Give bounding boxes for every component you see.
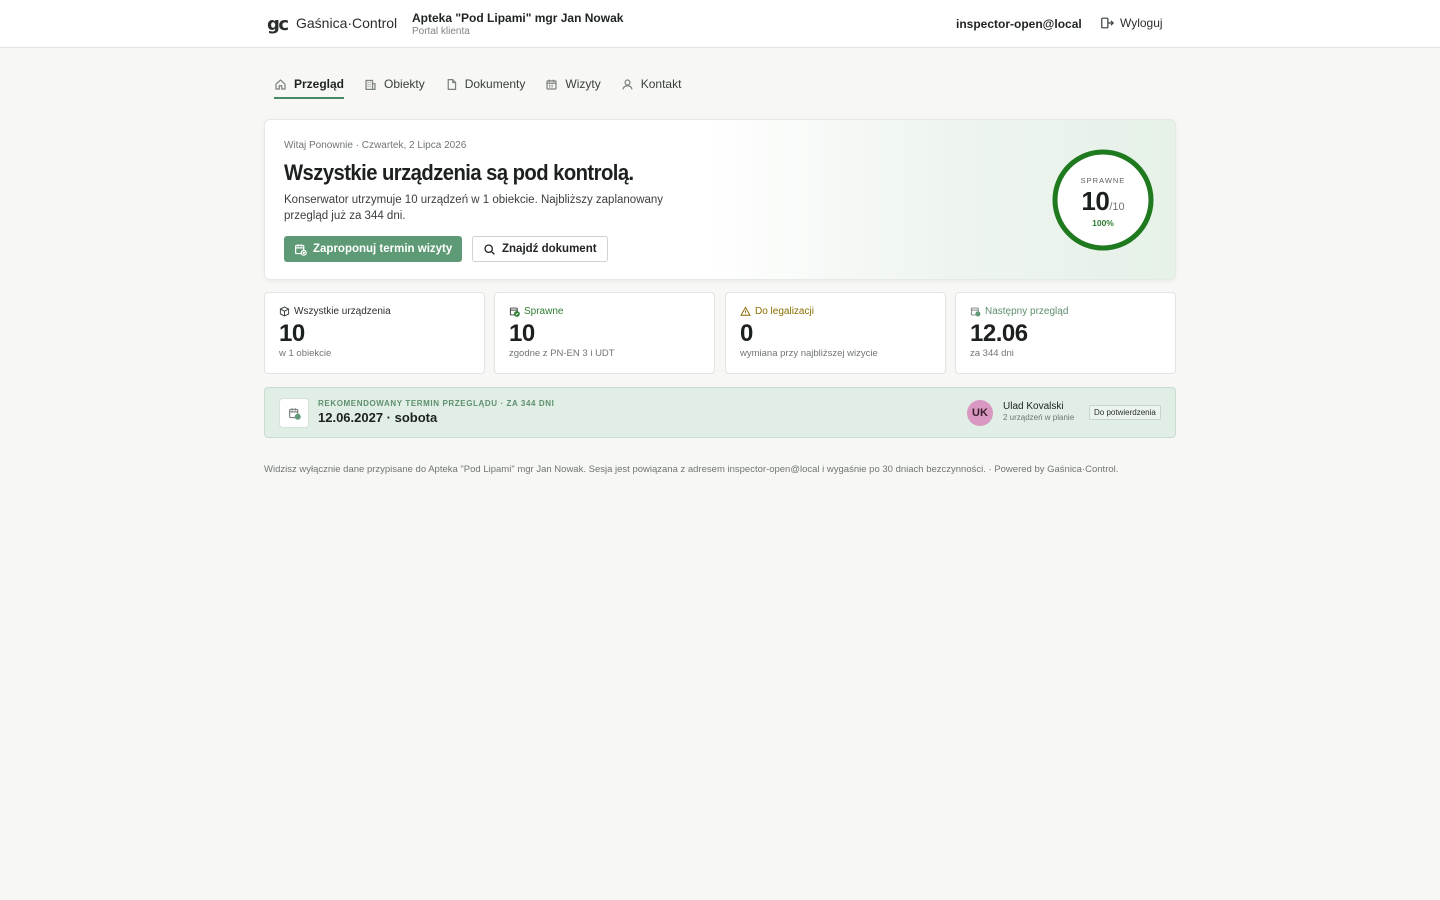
logout-icon <box>1101 17 1114 29</box>
calendar-check-icon <box>288 407 301 420</box>
tab-contact[interactable]: Kontakt <box>611 70 692 98</box>
client-name: Apteka "Pod Lipami" mgr Jan Nowak <box>412 11 624 25</box>
check-calendar-icon <box>509 307 520 317</box>
stat-note: w 1 obiekcie <box>279 348 332 359</box>
stat-label: Sprawne <box>509 306 563 317</box>
search-icon <box>484 243 495 255</box>
logout-label: Wyloguj <box>1120 16 1163 30</box>
tab-overview[interactable]: Przegląd <box>264 70 354 99</box>
stat-note: zgodne z PN-EN 3 i UDT <box>509 348 615 359</box>
tab-label: Wizyty <box>565 77 601 91</box>
stat-value: 10 <box>509 320 535 347</box>
gauge-percent: 100% <box>1092 218 1114 228</box>
stat-label-text: Sprawne <box>524 306 564 317</box>
avatar: UK <box>967 400 993 426</box>
propose-visit-button[interactable]: Zaproponuj termin wizyty <box>284 236 463 262</box>
tab-label: Obiekty <box>384 77 425 91</box>
greeting-text: Witaj Ponownie · Czwartek, 2 Lipca 2026 <box>284 140 467 151</box>
stat-value: 10 <box>279 320 305 347</box>
gauge-total: /10 <box>1109 201 1125 213</box>
stat-label: Wszystkie urządzenia <box>279 306 391 317</box>
propose-visit-label: Zaproponuj termin wizyty <box>313 243 453 255</box>
technician-name: Ulad Kovalski <box>1003 401 1064 412</box>
tab-documents[interactable]: Dokumenty <box>435 70 536 98</box>
gauge-value: 10/10 <box>1051 186 1155 217</box>
find-document-button[interactable]: Znajdź dokument <box>472 236 608 262</box>
building-icon <box>365 79 376 90</box>
stat-card-operational[interactable]: Sprawne 10 zgodne z PN-EN 3 i UDT <box>494 292 715 374</box>
client-subtitle: Portal klienta <box>412 26 470 37</box>
gauge-label: SPRAWNE <box>1080 176 1126 185</box>
gauge-count: 10 <box>1081 186 1110 216</box>
stat-label-text: Do legalizacji <box>755 306 814 317</box>
hero-headline: Wszystkie urządzenia są pod kontrolą. <box>284 160 634 185</box>
tab-label: Dokumenty <box>464 77 526 91</box>
recommended-inspection-banner[interactable]: REKOMENDOWANY TERMIN PRZEGLĄDU · ZA 344 … <box>264 387 1176 438</box>
box-icon <box>279 306 290 317</box>
top-bar: gc Gaśnica·Control Apteka "Pod Lipami" m… <box>0 0 1440 48</box>
stat-note: wymiana przy najbliższej wizycie <box>740 348 878 359</box>
warning-icon <box>740 306 751 316</box>
stat-card-legalization[interactable]: Do legalizacji 0 wymiana przy najbliższe… <box>725 292 946 374</box>
stat-label-text: Wszystkie urządzenia <box>294 306 391 317</box>
stat-note: za 344 dni <box>970 348 1014 359</box>
tab-objects[interactable]: Obiekty <box>354 70 435 98</box>
status-badge: Do potwierdzenia <box>1089 405 1161 420</box>
stat-label: Do legalizacji <box>740 306 814 317</box>
home-icon <box>275 78 286 90</box>
brand-name: Gaśnica·Control <box>296 15 398 31</box>
document-icon <box>447 78 456 90</box>
technician-sub: 2 urządzeń w planie <box>1003 413 1075 422</box>
status-hero-card: Witaj Ponownie · Czwartek, 2 Lipca 2026 … <box>264 119 1176 280</box>
reco-icon-box <box>279 398 309 428</box>
user-email: inspector-open@local <box>956 17 1082 31</box>
stat-value: 12.06 <box>970 320 1028 347</box>
calendar-icon <box>970 307 981 317</box>
stat-card-all-devices[interactable]: Wszystkie urządzenia 10 w 1 obiekcie <box>264 292 485 374</box>
tab-label: Kontakt <box>640 77 682 91</box>
user-icon <box>622 78 633 90</box>
logout-button[interactable]: Wyloguj <box>1100 16 1163 30</box>
reco-date: 12.06.2027 · sobota <box>318 410 438 425</box>
footer-note: Widzisz wyłącznie dane przypisane do Apt… <box>264 464 1119 475</box>
calendar-plus-icon <box>295 243 307 256</box>
main-tabs: Przegląd Obiekty Dokumenty Wizyty Kontak… <box>264 70 691 100</box>
operational-gauge: SPRAWNE 10/10 100% <box>1051 148 1155 252</box>
tab-label: Przegląd <box>294 77 345 91</box>
client-info: Apteka "Pod Lipami" mgr Jan Nowak Portal… <box>412 11 623 37</box>
technician-info: Ulad Kovalski 2 urządzeń w planie <box>1003 401 1074 422</box>
find-document-label: Znajdź dokument <box>502 243 597 255</box>
stat-label: Następny przegląd <box>970 306 1068 317</box>
brand-logo[interactable]: gc <box>267 14 289 35</box>
tab-visits[interactable]: Wizyty <box>535 70 610 98</box>
reco-label: REKOMENDOWANY TERMIN PRZEGLĄDU · ZA 344 … <box>318 399 555 408</box>
calendar-icon <box>546 79 557 90</box>
stat-label-text: Następny przegląd <box>985 306 1069 317</box>
stat-value: 0 <box>740 320 753 347</box>
hero-description: Konserwator utrzymuje 10 urządzeń w 1 ob… <box>284 194 664 222</box>
stat-card-next-inspection[interactable]: Następny przegląd 12.06 za 344 dni <box>955 292 1176 374</box>
